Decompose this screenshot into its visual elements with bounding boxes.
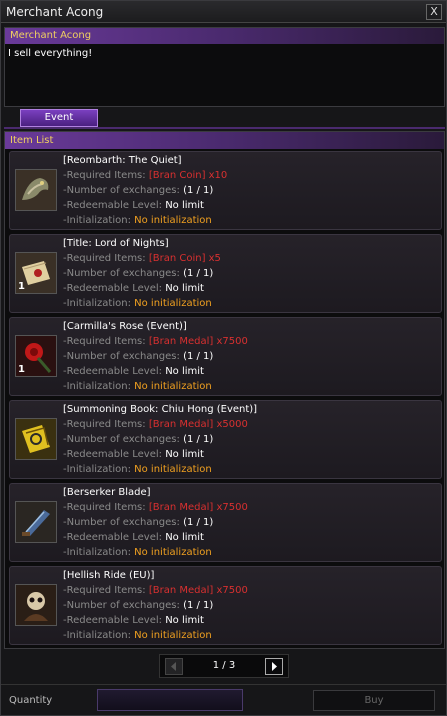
- buy-button[interactable]: Buy: [313, 690, 435, 711]
- item-list-header: Item List: [5, 132, 444, 149]
- item-name: [Berserker Blade]: [63, 487, 151, 498]
- list-item[interactable]: [Hellish Ride (EU)] -Required Items: [Br…: [9, 566, 442, 645]
- footer-divider: [1, 684, 446, 685]
- required-value: [Bran Medal] x5000: [148, 419, 248, 430]
- item-name: [Summoning Book: Chiu Hong (Event)]: [63, 404, 258, 415]
- required-label: -Required Items:: [63, 419, 146, 430]
- required-value: [Bran Medal] x7500: [148, 585, 248, 596]
- level-value: No limit: [165, 532, 204, 543]
- level-label: -Redeemable Level:: [63, 283, 163, 294]
- init-value: No initialization: [134, 547, 212, 558]
- item-name: [Title: Lord of Nights]: [63, 238, 169, 249]
- blade-icon: [15, 501, 57, 543]
- list-item[interactable]: 1 [Carmilla's Rose (Event)] -Required It…: [9, 317, 442, 396]
- required-label: -Required Items:: [63, 502, 146, 513]
- init-value: No initialization: [134, 630, 212, 641]
- book-icon: [15, 418, 57, 460]
- list-item[interactable]: 1 [Title: Lord of Nights] -Required Item…: [9, 234, 442, 313]
- init-value: No initialization: [134, 298, 212, 309]
- item-count: 1: [18, 364, 25, 375]
- required-label: -Required Items:: [63, 585, 146, 596]
- required-value: [Bran Coin] x5: [148, 253, 221, 264]
- required-label: -Required Items:: [63, 170, 146, 181]
- level-label: -Redeemable Level:: [63, 615, 163, 626]
- title-bar[interactable]: Merchant Acong X: [1, 1, 446, 23]
- list-item[interactable]: [Reombarth: The Quiet] -Required Items: …: [9, 151, 442, 230]
- exchanges-label: -Number of exchanges:: [63, 600, 180, 611]
- exchanges-value: (1 / 1): [183, 434, 214, 445]
- list-item[interactable]: [Berserker Blade] -Required Items: [Bran…: [9, 483, 442, 562]
- exchanges-value: (1 / 1): [183, 268, 214, 279]
- level-value: No limit: [165, 366, 204, 377]
- tab-event[interactable]: Event: [20, 109, 98, 127]
- level-value: No limit: [165, 615, 204, 626]
- item-name: [Reombarth: The Quiet]: [63, 155, 182, 166]
- exchanges-label: -Number of exchanges:: [63, 517, 180, 528]
- required-label: -Required Items:: [63, 253, 146, 264]
- item-count: 1: [18, 281, 25, 292]
- exchanges-value: (1 / 1): [183, 351, 214, 362]
- init-label: -Initialization:: [63, 215, 131, 226]
- pagination: 1 / 3: [159, 654, 289, 678]
- required-value: [Bran Medal] x7500: [148, 336, 248, 347]
- next-page-button[interactable]: [265, 658, 283, 675]
- scroll-icon: 1: [15, 252, 57, 294]
- tab-underline: [4, 127, 445, 129]
- required-label: -Required Items:: [63, 336, 146, 347]
- init-value: No initialization: [134, 381, 212, 392]
- level-label: -Redeemable Level:: [63, 532, 163, 543]
- level-value: No limit: [165, 283, 204, 294]
- exchanges-label: -Number of exchanges:: [63, 434, 180, 445]
- chevron-right-icon: [272, 662, 277, 671]
- rose-icon: 1: [15, 335, 57, 377]
- npc-name: Merchant Acong: [5, 28, 444, 44]
- quantity-label: Quantity: [9, 695, 53, 706]
- init-value: No initialization: [134, 215, 212, 226]
- exchanges-label: -Number of exchanges:: [63, 268, 180, 279]
- init-label: -Initialization:: [63, 464, 131, 475]
- exchanges-value: (1 / 1): [183, 600, 214, 611]
- level-value: No limit: [165, 449, 204, 460]
- level-label: -Redeemable Level:: [63, 366, 163, 377]
- npc-dialog: Merchant Acong I sell everything!: [4, 27, 445, 107]
- item-name: [Hellish Ride (EU)]: [63, 570, 155, 581]
- init-label: -Initialization:: [63, 381, 131, 392]
- level-value: No limit: [165, 200, 204, 211]
- exchanges-label: -Number of exchanges:: [63, 351, 180, 362]
- skull-rider-icon: [15, 584, 57, 626]
- init-label: -Initialization:: [63, 298, 131, 309]
- close-icon: X: [430, 5, 438, 18]
- dragon-icon: [15, 169, 57, 211]
- level-label: -Redeemable Level:: [63, 200, 163, 211]
- list-item[interactable]: [Summoning Book: Chiu Hong (Event)] -Req…: [9, 400, 442, 479]
- quantity-input[interactable]: [97, 689, 243, 711]
- npc-greeting: I sell everything!: [8, 48, 93, 59]
- merchant-window: Merchant Acong X Merchant Acong I sell e…: [0, 0, 447, 716]
- close-button[interactable]: X: [426, 4, 442, 20]
- exchanges-value: (1 / 1): [183, 185, 214, 196]
- required-value: [Bran Medal] x7500: [148, 502, 248, 513]
- item-list: Item List [Reombarth: The Quiet] -Requir…: [4, 131, 445, 649]
- item-name: [Carmilla's Rose (Event)]: [63, 321, 187, 332]
- exchanges-label: -Number of exchanges:: [63, 185, 180, 196]
- required-value: [Bran Coin] x10: [148, 170, 228, 181]
- exchanges-value: (1 / 1): [183, 517, 214, 528]
- init-value: No initialization: [134, 464, 212, 475]
- init-label: -Initialization:: [63, 630, 131, 641]
- init-label: -Initialization:: [63, 547, 131, 558]
- level-label: -Redeemable Level:: [63, 449, 163, 460]
- window-title: Merchant Acong: [6, 5, 104, 19]
